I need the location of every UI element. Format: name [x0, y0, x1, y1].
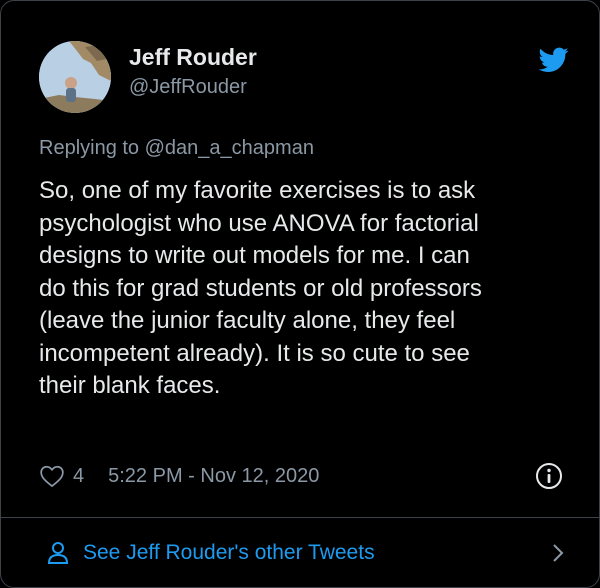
- avatar-image: [39, 41, 111, 113]
- see-other-tweets-label[interactable]: See Jeff Rouder's other Tweets: [83, 541, 375, 565]
- divider: [1, 517, 599, 518]
- person-icon: [47, 542, 69, 564]
- avatar[interactable]: [39, 41, 111, 113]
- like-count: 4: [73, 464, 85, 487]
- tweet-header: Jeff Rouder @JeffRouder: [39, 41, 575, 113]
- tweet-card: Jeff Rouder @JeffRouder Replying to @dan…: [0, 0, 600, 588]
- info-icon[interactable]: [535, 462, 563, 490]
- like-button[interactable]: 4: [39, 464, 84, 488]
- replying-to: Replying to @dan_a_chapman: [39, 137, 314, 160]
- see-other-tweets-link[interactable]: See Jeff Rouder's other Tweets: [47, 537, 565, 569]
- heart-icon: [40, 465, 64, 488]
- tweet-text: So, one of my favorite exercises is to a…: [39, 177, 482, 399]
- author-handle[interactable]: @JeffRouder: [129, 74, 257, 100]
- tweet-meta: 4 5:22 PM - Nov 12, 2020: [39, 459, 571, 493]
- twitter-bird-icon[interactable]: [539, 47, 569, 73]
- author-block[interactable]: Jeff Rouder @JeffRouder: [129, 43, 257, 100]
- author-name[interactable]: Jeff Rouder: [129, 43, 257, 71]
- replying-to-prefix: Replying to: [39, 137, 140, 159]
- chevron-right-icon[interactable]: [551, 543, 565, 563]
- tweet-timestamp[interactable]: 5:22 PM - Nov 12, 2020: [108, 465, 319, 488]
- replying-to-mention[interactable]: @dan_a_chapman: [145, 137, 314, 159]
